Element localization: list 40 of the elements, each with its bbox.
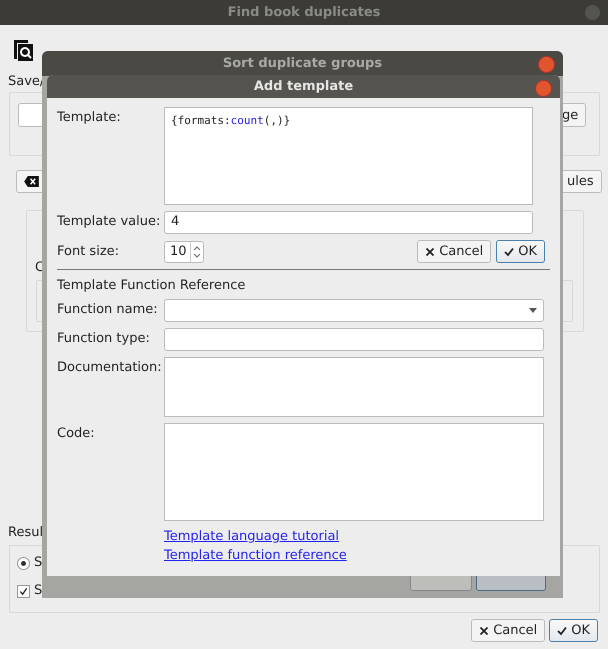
window-title: Sort duplicate groups — [222, 56, 382, 71]
help-link[interactable]: Template function reference — [164, 548, 347, 563]
close-icon — [479, 626, 490, 636]
section-heading: Template Function Reference — [57, 278, 246, 293]
close-button[interactable] — [585, 5, 600, 20]
text-area[interactable] — [164, 357, 544, 417]
field-label: Template value: — [57, 213, 162, 229]
checkbox-label: S — [34, 583, 42, 598]
field-label: Font size: — [57, 244, 120, 259]
cancel-button[interactable]: Cancel — [471, 619, 546, 642]
function-dropdown[interactable] — [164, 299, 544, 322]
close-button[interactable] — [535, 80, 552, 97]
close-button[interactable] — [538, 56, 555, 73]
window-title: Add template — [254, 79, 354, 94]
check-icon — [504, 246, 514, 256]
input-field[interactable] — [164, 328, 544, 351]
font-size-spinbox[interactable]: 10 — [164, 240, 204, 262]
cancel-button[interactable]: Cancel — [417, 240, 492, 263]
radio-button[interactable] — [17, 557, 30, 570]
template-editor[interactable]: {formats:count(,)} — [164, 107, 533, 205]
radio-label: S — [34, 555, 42, 570]
field-label: Function type: — [57, 330, 151, 346]
help-link[interactable]: Template language tutorial — [164, 529, 340, 544]
field-label: Template: — [57, 109, 122, 125]
group-label: Resul — [8, 525, 44, 540]
caret-icon — [529, 308, 537, 313]
ok-button[interactable]: OK — [549, 619, 598, 642]
checkbox[interactable] — [17, 585, 30, 598]
search-icon — [11, 38, 35, 62]
close-icon — [425, 246, 436, 256]
window-title: Find book duplicates — [228, 5, 380, 20]
spin-arrows-icon — [193, 244, 201, 258]
check-icon — [557, 626, 568, 636]
ok-button[interactable]: OK — [496, 240, 545, 263]
code-area[interactable] — [164, 423, 544, 521]
field-label: Function name: — [57, 301, 159, 317]
field-label: Documentation: — [57, 359, 163, 375]
backspace-icon — [24, 176, 39, 187]
value-field[interactable]: 4 — [164, 211, 533, 234]
field-label: Code: — [57, 425, 96, 441]
